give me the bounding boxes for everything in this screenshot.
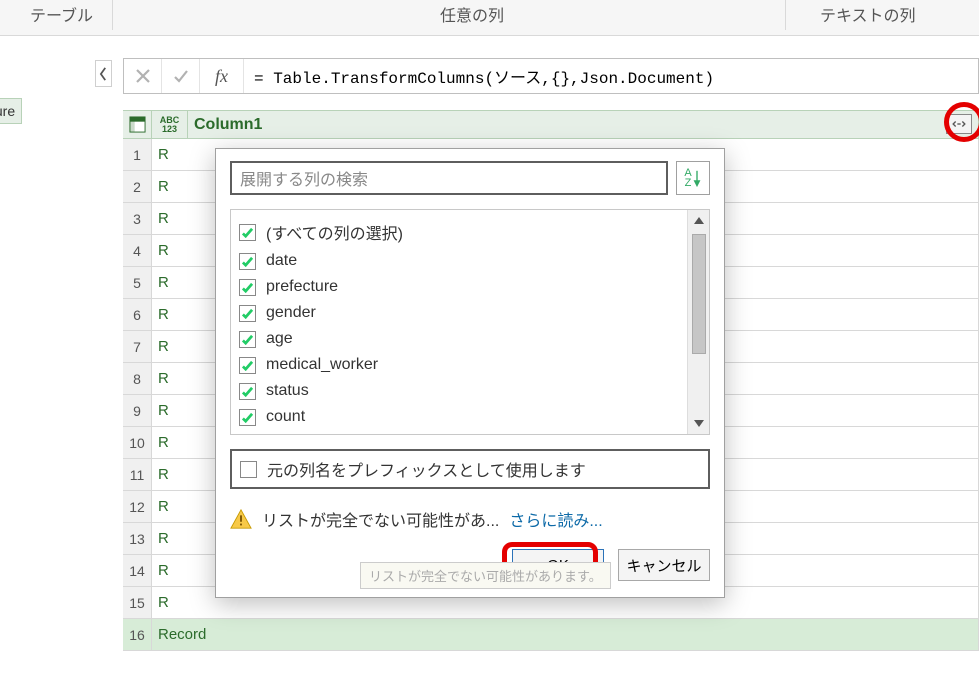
row-number: 7 (123, 331, 152, 362)
expand-column-button[interactable] (946, 114, 972, 134)
row-number: 16 (123, 619, 152, 650)
load-more-link[interactable]: さらに読み... (509, 507, 602, 531)
fx-icon: fx (200, 59, 244, 93)
checkbox-icon[interactable] (239, 253, 256, 270)
column-option[interactable]: count (235, 404, 705, 430)
cell-record[interactable]: Record (152, 619, 979, 650)
sidebar-fragment: ture (0, 98, 22, 124)
row-number: 11 (123, 459, 152, 490)
row-number: 12 (123, 491, 152, 522)
checkbox-icon[interactable] (239, 357, 256, 374)
row-number: 10 (123, 427, 152, 458)
column-option-label: prefecture (266, 278, 338, 296)
row-number: 9 (123, 395, 152, 426)
scroll-thumb[interactable] (692, 234, 706, 354)
row-number: 14 (123, 555, 152, 586)
row-number: 15 (123, 587, 152, 618)
column-option-label: medical_worker (266, 356, 378, 374)
prefix-label: 元の列名をプレフィックスとして使用します (267, 457, 586, 481)
checkbox-icon[interactable] (239, 331, 256, 348)
column-header-label: Column1 (194, 116, 262, 134)
column-option[interactable]: gender (235, 300, 705, 326)
column-type-icon[interactable]: ABC 123 (152, 111, 188, 138)
column-option[interactable]: prefecture (235, 274, 705, 300)
column-option-label: count (266, 408, 305, 426)
column-option-label: gender (266, 304, 316, 322)
warning-text: リストが完全でない可能性があ... (262, 507, 499, 531)
ribbon-group-any-column: 任意の列 (440, 2, 504, 26)
ribbon-group-table: テーブル (30, 2, 93, 26)
scroll-down-button[interactable] (688, 412, 709, 434)
formula-commit-button[interactable] (162, 59, 200, 93)
row-number: 6 (123, 299, 152, 330)
row-number: 4 (123, 235, 152, 266)
row-number: 2 (123, 171, 152, 202)
column-option-label: status (266, 382, 309, 400)
use-original-name-prefix[interactable]: 元の列名をプレフィックスとして使用します (230, 449, 710, 489)
ribbon-group-row: テーブル 任意の列 テキストの列 (0, 0, 979, 36)
row-number: 5 (123, 267, 152, 298)
warning-icon (230, 508, 252, 530)
expand-columns-popup: AZ (すべての列の選択) date prefecture gender age med… (215, 148, 725, 598)
formula-bar: fx (123, 58, 979, 94)
cancel-button[interactable]: キャンセル (618, 549, 710, 581)
column-option[interactable]: status (235, 378, 705, 404)
row-number: 8 (123, 363, 152, 394)
column-header-column1[interactable]: Column1 (188, 111, 979, 138)
scroll-up-button[interactable] (688, 210, 709, 232)
checkbox-icon[interactable] (239, 224, 256, 241)
select-all-label: (すべての列の選択) (266, 220, 403, 244)
checkbox-icon[interactable] (239, 383, 256, 400)
row-number: 1 (123, 139, 152, 170)
column-option[interactable]: medical_worker (235, 352, 705, 378)
collapse-sidebar-button[interactable] (95, 60, 112, 87)
row-number: 13 (123, 523, 152, 554)
column-option-label: date (266, 252, 297, 270)
row-number: 3 (123, 203, 152, 234)
ribbon-group-text-column: テキストの列 (820, 2, 916, 26)
expand-search-input[interactable] (230, 161, 668, 195)
formula-input[interactable] (244, 59, 978, 93)
column-option[interactable]: age (235, 326, 705, 352)
select-all-corner[interactable] (123, 111, 152, 138)
column-option[interactable]: date (235, 248, 705, 274)
checkbox-icon[interactable] (239, 305, 256, 322)
checkbox-icon[interactable] (240, 461, 257, 478)
formula-cancel-button[interactable] (124, 59, 162, 93)
table-row[interactable]: 16Record (123, 619, 979, 651)
checkbox-icon[interactable] (239, 279, 256, 296)
tooltip-ghost: リストが完全でない可能性があります。 (360, 562, 611, 589)
column-option-label: age (266, 330, 293, 348)
popup-scrollbar[interactable] (687, 210, 709, 434)
checkbox-icon[interactable] (239, 409, 256, 426)
sort-az-button[interactable]: AZ (676, 161, 710, 195)
select-all-columns[interactable]: (すべての列の選択) (235, 216, 705, 248)
